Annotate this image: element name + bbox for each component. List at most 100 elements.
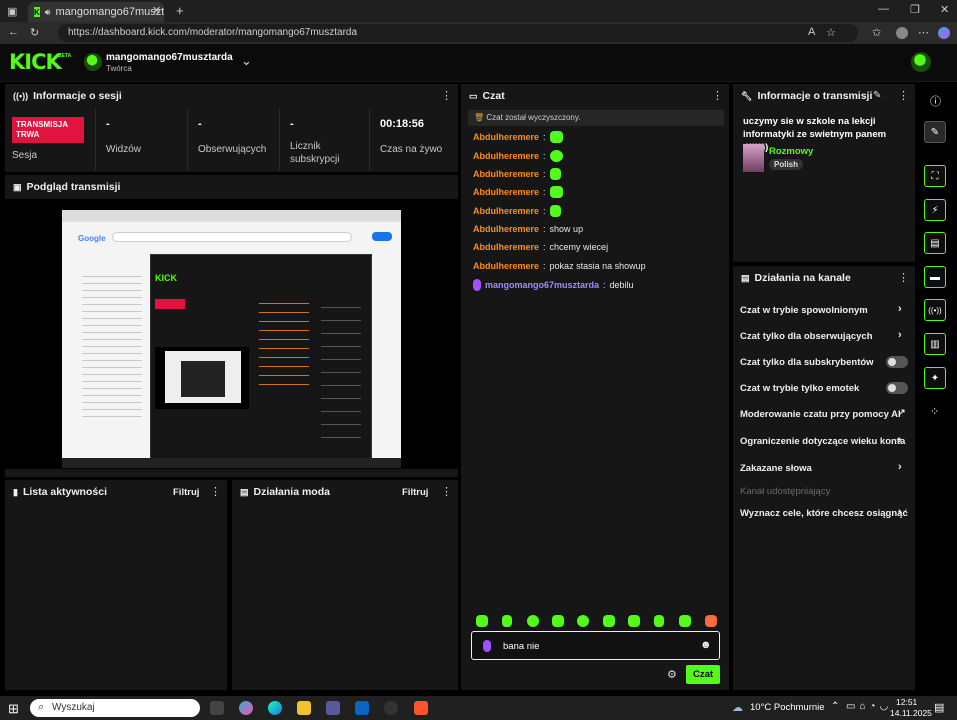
browser-tab[interactable]: K 🔊︎ mangomango67musztarda [28, 2, 164, 22]
more-icon[interactable]: ⋯ [918, 26, 929, 39]
clock-date[interactable]: 14.11.2025 [890, 708, 932, 718]
action-ai-moderation[interactable]: Moderowanie czatu przy pomocy AI [740, 409, 901, 420]
activity-filter-button[interactable]: Filtruj [173, 487, 199, 498]
tab-title: mangomango67musztarda [55, 6, 164, 18]
beta-badge: BETA [58, 53, 72, 59]
broadcast-icon[interactable]: ((•)) [924, 299, 946, 321]
stat-followers: - Obserwujących [187, 108, 279, 170]
chat-message[interactable]: Abdulheremere: pokaz stasia na showup [473, 261, 646, 271]
weather-text[interactable]: 10°C Pochmurnie [750, 702, 825, 713]
chat-message[interactable]: Abdulheremere: [473, 131, 563, 143]
emote-only-toggle[interactable] [886, 382, 908, 394]
window-menu-icon[interactable]: ▣ [7, 5, 17, 18]
emoji-picker-icon[interactable]: ☻ [700, 639, 712, 651]
emote-quick-4[interactable] [552, 615, 564, 627]
channel-switch-chevron-icon[interactable]: ⌄ [241, 53, 252, 69]
profile-icon[interactable] [896, 27, 908, 39]
tray-chevron-icon[interactable]: ⌃ [831, 701, 839, 712]
chat-message[interactable]: Abdulheremere: [473, 205, 561, 217]
subscribers-only-toggle[interactable] [886, 356, 908, 368]
action-account-age[interactable]: Ograniczenie dotyczące wieku konta [740, 436, 905, 447]
tray-icons[interactable]: ▭⌂◔◡ [846, 701, 892, 712]
edit-sidebar-icon[interactable]: ✎ [924, 121, 946, 143]
emote-quick-6[interactable] [603, 615, 615, 627]
layout-icon[interactable]: ▥ [924, 333, 946, 355]
new-tab-icon[interactable]: + [176, 3, 184, 18]
clock-time[interactable]: 12:51 [896, 697, 917, 707]
chevron-right-icon[interactable]: › [898, 303, 902, 315]
task-view-icon[interactable] [210, 701, 224, 715]
chevron-right-icon[interactable]: › [898, 329, 902, 341]
taskbar-search[interactable]: ⌕ Wyszukaj [30, 699, 200, 717]
channel-name[interactable]: mangomango67musztarda [106, 52, 233, 63]
user-avatar[interactable] [911, 52, 931, 72]
lightning-icon[interactable]: ⚡︎ [924, 199, 946, 221]
modactions-filter-button[interactable]: Filtruj [402, 487, 428, 498]
action-slow-mode[interactable]: Czat w trybie spowolnionym [740, 305, 868, 316]
wrench-icon[interactable]: ✦ [924, 367, 946, 389]
emote-quick-7[interactable] [628, 615, 640, 627]
chat-menu-icon[interactable]: ⋮ [712, 90, 723, 102]
modactions-menu-icon[interactable]: ⋮ [441, 486, 452, 498]
chevron-right-icon[interactable]: › [898, 461, 902, 473]
chat-settings-icon[interactable]: ⚙ [667, 668, 677, 681]
emote-quick-9[interactable] [679, 615, 691, 627]
chat-message[interactable]: mangomango67musztarda: debilu [473, 279, 634, 291]
minimize-icon[interactable]: — [878, 3, 889, 15]
emote-quick-8[interactable] [654, 615, 664, 627]
stream-video[interactable]: Google KICK [5, 199, 458, 469]
chat-send-button[interactable]: Czat [686, 665, 720, 684]
read-aloud-icon[interactable]: A [808, 26, 815, 38]
chat-message[interactable]: Abdulheremere: [473, 150, 563, 162]
channel-actions-menu-icon[interactable]: ⋮ [898, 272, 909, 284]
broadcast-icon: ((•)) [13, 91, 29, 101]
category-name[interactable]: Rozmowy [769, 146, 813, 157]
copilot-icon[interactable] [938, 27, 950, 39]
favorite-star-icon[interactable]: ☆ [826, 26, 836, 39]
file-explorer-icon[interactable] [297, 701, 311, 715]
fullscreen-icon[interactable]: ⛶ [924, 165, 946, 187]
session-label: Sesja [12, 150, 38, 161]
action-followers-only[interactable]: Czat tylko dla obserwujących [740, 331, 873, 342]
edit-stream-icon[interactable]: ✎ [873, 90, 881, 101]
back-icon[interactable]: ← [8, 26, 19, 38]
close-window-icon[interactable]: ✕ [940, 3, 949, 16]
store-icon[interactable] [326, 701, 340, 715]
outlook-icon[interactable] [355, 701, 369, 715]
info-icon[interactable]: ⓘ [930, 93, 941, 109]
session-menu-icon[interactable]: ⋮ [441, 90, 452, 102]
emote-quick-2[interactable] [502, 615, 512, 627]
emote-icon [549, 131, 563, 143]
chat-icon[interactable]: ▬ [924, 266, 946, 288]
notifications-icon[interactable]: ▤ [934, 701, 944, 714]
brave-icon[interactable] [414, 701, 428, 715]
emote-quick-5[interactable] [577, 615, 589, 627]
widgets-icon[interactable]: ⁘ [930, 405, 939, 418]
chat-message[interactable]: Abdulheremere: [473, 168, 561, 180]
activity-menu-icon[interactable]: ⋮ [210, 486, 221, 498]
emote-quick-10[interactable] [705, 615, 717, 627]
chevron-right-icon[interactable]: › [898, 506, 902, 518]
chevron-right-icon[interactable]: › [898, 434, 902, 446]
chat-message[interactable]: Abdulheremere: show up [473, 224, 583, 234]
favorites-icon[interactable]: ✩ [872, 26, 881, 39]
refresh-icon[interactable]: ↻ [30, 26, 39, 39]
kick-logo[interactable]: KICK [9, 52, 62, 73]
restore-icon[interactable]: ❐ [910, 3, 920, 16]
emote-quick-1[interactable] [476, 615, 488, 627]
document-icon[interactable]: ▤ [924, 232, 946, 254]
url-field[interactable]: https://dashboard.kick.com/moderator/man… [58, 24, 858, 42]
action-banned-words[interactable]: Zakazane słowa [740, 463, 812, 474]
emote-quick-3[interactable] [527, 615, 539, 627]
chat-input[interactable]: bana nie ☻ [471, 631, 720, 660]
start-icon[interactable]: ⊞ [8, 701, 19, 717]
stream-info-menu-icon[interactable]: ⋮ [898, 90, 909, 102]
action-set-goals[interactable]: Wyznacz cele, które chcesz osiągnąć [740, 508, 908, 519]
close-tab-icon[interactable]: ✕ [152, 4, 161, 17]
copilot-app-icon[interactable] [239, 701, 253, 715]
external-link-icon[interactable]: ↗ [898, 407, 906, 418]
edge-icon[interactable] [268, 701, 282, 715]
chat-message[interactable]: Abdulheremere: [473, 186, 563, 198]
obs-icon[interactable] [384, 701, 398, 715]
chat-message[interactable]: Abdulheremere: chcemy wiecej [473, 242, 608, 252]
